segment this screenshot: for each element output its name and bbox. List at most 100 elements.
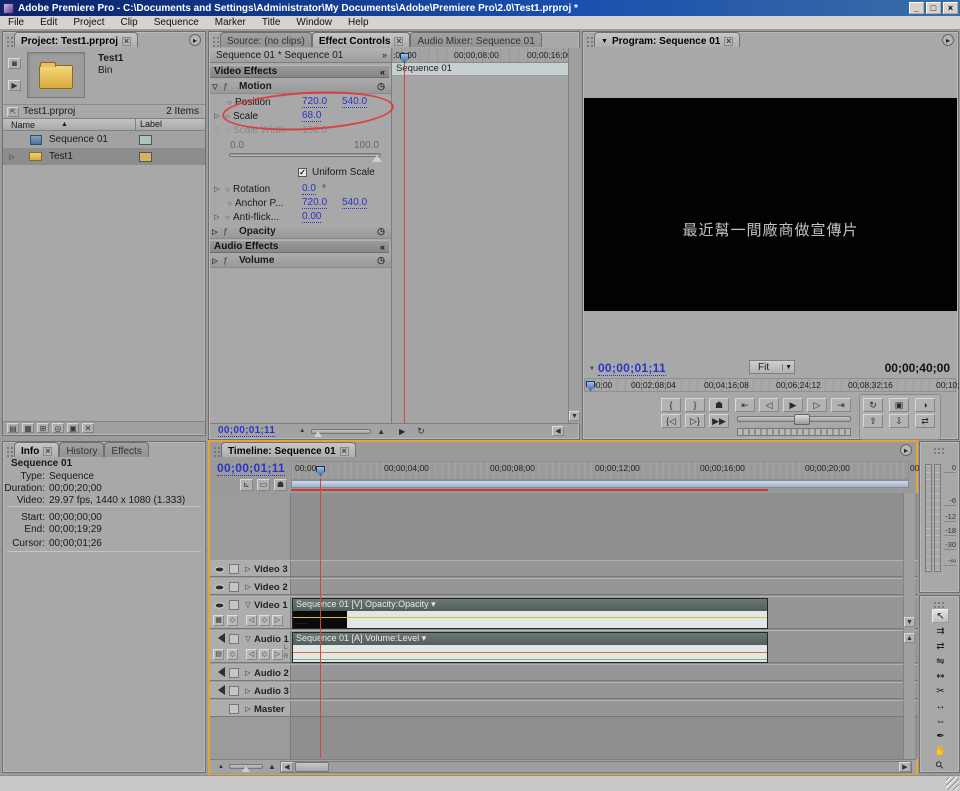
jog-disk[interactable]: [737, 428, 851, 436]
video-scroll-down-icon[interactable]: ▼: [904, 617, 915, 627]
expander-icon[interactable]: ▽: [210, 83, 220, 91]
sync-lock-box[interactable]: [229, 634, 239, 644]
set-marker-button[interactable]: ☗: [709, 398, 729, 412]
video-clip[interactable]: Sequence 01 [V] Opacity:Opacity ▾ ··· ··…: [292, 598, 768, 629]
audio-clip[interactable]: Sequence 01 [A] Volume:Level ▾: [292, 632, 768, 663]
unnumbered-marker-icon[interactable]: ☗: [274, 479, 287, 491]
rolling-edit-tool[interactable]: ⇋: [932, 655, 949, 669]
expander-icon[interactable]: ▷: [212, 185, 222, 193]
track-row-audio3[interactable]: ▷ Audio 3: [210, 682, 918, 699]
expander-icon[interactable]: ▷: [243, 565, 253, 573]
mini-timebar[interactable]: ;00;00 00;00;08;00 00;00;16;00: [392, 48, 568, 63]
zoom-in-icon[interactable]: ▲: [377, 427, 385, 436]
menu-help[interactable]: Help: [340, 17, 377, 28]
track-row-video1[interactable]: ▽ Video 1 ▦ ◇ ◁ ◇ ▷ Sequence 01 [V] Opac…: [210, 596, 918, 629]
automate-icon[interactable]: ⊞: [37, 423, 49, 433]
zoom-out-icon[interactable]: ▲: [299, 428, 305, 434]
maximize-button[interactable]: □: [926, 2, 941, 14]
toggle-track-output-icon[interactable]: [213, 685, 225, 695]
panel-grip[interactable]: [586, 36, 593, 47]
tab-effect-controls[interactable]: Effect Controls ×: [312, 32, 411, 47]
show-keyframes-icon[interactable]: ◇: [227, 615, 238, 626]
minimize-button[interactable]: _: [909, 2, 924, 14]
menu-project[interactable]: Project: [65, 17, 112, 28]
play-preview-icon[interactable]: ▶: [8, 80, 21, 91]
rate-stretch-tool[interactable]: ↭: [932, 670, 949, 684]
set-display-style-icon[interactable]: ▤: [213, 649, 224, 660]
menu-file[interactable]: File: [0, 17, 32, 28]
pen-tool[interactable]: ✒: [932, 730, 949, 744]
menu-window[interactable]: Window: [288, 17, 340, 28]
loop-button[interactable]: ↻: [863, 398, 883, 412]
expander-icon[interactable]: ▷: [243, 583, 253, 591]
panel-grip[interactable]: [6, 446, 13, 457]
tab-project[interactable]: Project: Test1.prproj ×: [14, 32, 138, 47]
toggle-track-output-icon[interactable]: [213, 667, 225, 677]
expander-icon[interactable]: ▽: [243, 635, 253, 643]
effect-enable-icon[interactable]: ƒ: [220, 227, 231, 236]
stopwatch-icon[interactable]: ○: [224, 199, 235, 208]
close-tab-icon[interactable]: ×: [724, 37, 733, 46]
play-button[interactable]: ▶: [783, 398, 803, 412]
scroll-left-icon[interactable]: ◀: [281, 762, 293, 772]
label-swatch[interactable]: [139, 135, 152, 145]
panel-grip[interactable]: [934, 601, 945, 608]
toggle-track-output-icon[interactable]: [214, 566, 225, 573]
horizontal-scrollbar[interactable]: ◀ ▶: [280, 761, 912, 773]
slider-handle[interactable]: [372, 150, 382, 162]
toggle-track-output-icon[interactable]: [214, 602, 225, 609]
video-clip-header[interactable]: Sequence 01 [V] Opacity:Opacity ▾: [293, 599, 767, 611]
add-keyframe-icon[interactable]: ◇: [259, 615, 270, 626]
step-forward-button[interactable]: ▷: [807, 398, 827, 412]
menu-marker[interactable]: Marker: [207, 17, 254, 28]
expander-icon[interactable]: ▷: [243, 705, 253, 713]
timeline-ruler[interactable]: 00;00 00;00;04;00 00;00;08;00 00;00;12;0…: [291, 461, 909, 480]
scale-value[interactable]: 68.0: [302, 110, 321, 122]
lift-button[interactable]: ⇧: [863, 414, 883, 428]
find-icon[interactable]: ◎: [52, 423, 64, 433]
menu-sequence[interactable]: Sequence: [146, 17, 207, 28]
encore-marker-icon[interactable]: ▭: [257, 479, 270, 491]
safe-margins-button[interactable]: ▣: [889, 398, 909, 412]
prev-keyframe-icon[interactable]: ◁: [246, 649, 257, 660]
expander-icon[interactable]: ▷: [210, 228, 220, 236]
sync-lock-box[interactable]: [229, 686, 239, 696]
zoom-slider[interactable]: [311, 429, 371, 434]
extract-button[interactable]: ⇩: [889, 414, 909, 428]
tab-info[interactable]: Info ×: [14, 442, 59, 457]
expander-icon[interactable]: ▷: [7, 153, 17, 161]
track-row-audio2[interactable]: ▷ Audio 2: [210, 664, 918, 681]
close-tab-icon[interactable]: ×: [122, 37, 131, 46]
step-back-button[interactable]: ◁: [759, 398, 779, 412]
reset-icon[interactable]: ◷: [377, 226, 385, 237]
zoom-slider[interactable]: [229, 764, 263, 769]
effect-row-motion[interactable]: ▽ ƒ Motion ◷: [210, 80, 391, 94]
expander-icon[interactable]: ▷: [243, 687, 253, 695]
tab-program[interactable]: ▼ Program: Sequence 01 ×: [594, 32, 740, 47]
expander-icon[interactable]: ▷: [212, 112, 222, 120]
close-tab-icon[interactable]: ×: [43, 447, 52, 456]
anchor-y-value[interactable]: 540.0: [342, 197, 367, 209]
current-time-display[interactable]: 00;00;01;11: [598, 361, 666, 376]
next-keyframe-icon[interactable]: ▷: [272, 615, 283, 626]
collapse-section-icon[interactable]: «: [380, 67, 385, 77]
menu-title[interactable]: Title: [254, 17, 289, 28]
toggle-track-output-icon[interactable]: [213, 633, 225, 643]
go-to-next-edit-button[interactable]: ▷}: [685, 414, 705, 428]
play-audio-icon[interactable]: ▶: [399, 427, 405, 436]
rotation-value[interactable]: 0.0: [302, 183, 316, 195]
tab-source[interactable]: Source: (no clips): [220, 32, 312, 47]
snap-toggle-icon[interactable]: ⊾: [240, 479, 253, 491]
panel-grip[interactable]: [212, 36, 219, 47]
ripple-edit-tool[interactable]: ⇄: [932, 640, 949, 654]
panel-grip[interactable]: [934, 447, 945, 454]
menu-clip[interactable]: Clip: [112, 17, 145, 28]
reset-icon[interactable]: ◷: [377, 81, 385, 92]
expander-icon[interactable]: ▷: [210, 257, 220, 265]
anchor-x-value[interactable]: 720.0: [302, 197, 327, 209]
audio-scroll-up-icon[interactable]: ▲: [904, 633, 915, 643]
collapse-section-icon[interactable]: «: [380, 242, 385, 252]
set-in-point-button[interactable]: {: [661, 398, 681, 412]
tab-history[interactable]: History: [59, 442, 104, 457]
scroll-thumb[interactable]: [295, 762, 329, 772]
